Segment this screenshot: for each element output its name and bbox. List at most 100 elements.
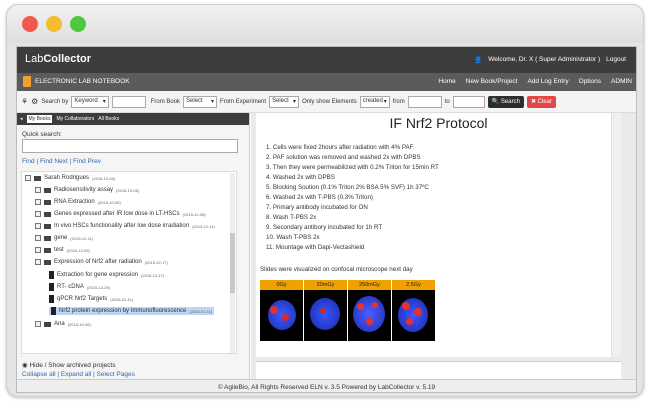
app-header: LabCollector 👤 Welcome, Dr. X ( Super Ad… — [17, 47, 636, 73]
tree-node[interactable]: test (2015-12-09) — [35, 247, 90, 253]
tree-node[interactable]: In vivo HSCs functionality after low dos… — [35, 223, 215, 229]
tree-node[interactable]: Sarah Rodrigues (2015-10-06) — [25, 175, 115, 181]
quick-search-input[interactable] — [22, 139, 238, 153]
search-by-select[interactable]: Keyword — [71, 95, 109, 108]
tree-date: (2015-12-17) — [144, 259, 168, 265]
tree-label: gene — [54, 235, 68, 241]
collapse-left-icon[interactable]: ◂ — [20, 116, 23, 122]
tree-node[interactable]: Extraction for gene expression (2015-12-1… — [49, 271, 164, 279]
book-select[interactable]: Select — [183, 95, 218, 108]
folder-icon — [44, 211, 51, 217]
nav-admin[interactable]: ADMIN — [611, 78, 632, 85]
expand-icon[interactable] — [35, 223, 41, 229]
logo-part-a: Lab — [25, 53, 44, 65]
tree-node[interactable]: Ana (2015-10-06) — [35, 321, 91, 327]
step-item: 4. Washed 2x with DPBS — [266, 174, 335, 181]
tree-label: Ana — [54, 321, 65, 327]
folder-open-icon — [44, 259, 51, 265]
step-item: 6. Washed 2x with T-PBS (0.3% Triton) — [266, 194, 373, 201]
step-item: 9. Secondary antibory incubated for 1h R… — [266, 224, 383, 231]
tree-node[interactable]: qPCR Nrf2 Targets (2016-01-11) — [49, 295, 133, 303]
step-item: 3. Then they were permeabilized with 0.2… — [266, 164, 439, 171]
file-icon — [49, 295, 54, 303]
file-icon — [49, 283, 54, 291]
tree-label: Nrf2 protein expression by Immunofluores… — [59, 308, 187, 314]
tree-node-selected[interactable]: Nrf2 protein expression by Immunofluores… — [49, 307, 215, 315]
microscopy-images: 0Gy 20mGy 250mGy 2.5Gy — [260, 280, 435, 342]
tree-node[interactable]: Radiosensitivity assay (2015-10-06) — [35, 187, 139, 193]
tree-scrollbar[interactable] — [230, 173, 235, 353]
search-button[interactable]: 🔍 Search — [487, 95, 524, 108]
expand-icon[interactable] — [35, 247, 41, 253]
cell-image — [304, 290, 347, 341]
sitemap-icon[interactable]: ⚙ — [31, 97, 38, 106]
expand-icon[interactable] — [35, 235, 41, 241]
nav-home[interactable]: Home — [438, 78, 455, 85]
tree-date: (2015-12-29) — [86, 284, 111, 290]
logout-link[interactable]: Logout — [606, 56, 626, 64]
folder-icon — [44, 199, 51, 205]
radio-icon[interactable]: ◉ — [22, 362, 28, 369]
tree-label: In vivo HSCs functionality after low dos… — [54, 223, 190, 229]
tree-date: (2015-12-11) — [70, 235, 94, 241]
collapse-links[interactable]: Collapse all | Expand all | Select Pages — [22, 371, 135, 378]
folder-icon — [34, 175, 41, 181]
date-from-input[interactable] — [407, 95, 442, 108]
image-label: 250mGy — [348, 280, 391, 290]
tree-date: (2016-01-11) — [189, 308, 213, 314]
nav-new-book[interactable]: New Book/Project — [466, 78, 518, 85]
tree-node[interactable]: Expression of Nrf2 after radiation (2015-… — [35, 259, 168, 265]
tab-my-collaborators[interactable]: My Collaborators — [56, 116, 94, 122]
find-links[interactable]: Find | Find Next | Find Prev — [22, 158, 101, 165]
clear-button[interactable]: ✖ Clear — [526, 95, 556, 108]
minimize-dot[interactable] — [46, 16, 62, 32]
search-input[interactable] — [111, 95, 146, 108]
logo-part-b: Collector — [43, 53, 92, 65]
close-dot[interactable] — [22, 16, 38, 32]
collapse-icon[interactable] — [35, 259, 41, 265]
tree-date: (2015-12-17) — [141, 272, 165, 278]
sidebar: ◂ My Books My Collaborators All Books Qu… — [17, 113, 250, 379]
tree-scroll-thumb[interactable] — [230, 233, 235, 293]
collapse-icon[interactable] — [25, 175, 31, 181]
title-bar — [7, 5, 643, 43]
footer: © AgileBio, All Rights Reserved ELN v. 3… — [17, 379, 636, 392]
step-item: 7. Primary antibody incubated for ON — [266, 204, 368, 211]
tree-node[interactable]: RNA Extraction (2015-10-06) — [35, 199, 121, 205]
expand-icon[interactable] — [35, 187, 41, 193]
labcollector-logo[interactable]: LabCollector — [25, 53, 91, 65]
tab-all-books[interactable]: All Books — [98, 116, 119, 122]
step-item: 11. Mountage with Dapi-Vectashield — [266, 244, 365, 251]
nav-options[interactable]: Options — [579, 78, 601, 85]
tree-node[interactable]: gene (2015-12-11) — [35, 235, 93, 241]
tree-label: Sarah Rodrigues — [44, 175, 90, 181]
tree-label: Extraction for gene expression — [57, 272, 139, 278]
expand-icon[interactable] — [35, 211, 41, 217]
maximize-dot[interactable] — [70, 16, 86, 32]
page-title: IF Nrf2 Protocol — [389, 115, 488, 131]
experiment-select[interactable]: Select — [269, 95, 300, 108]
image-panel: 0Gy — [260, 280, 303, 342]
created-select[interactable]: created — [359, 95, 390, 108]
to-label: to — [444, 98, 450, 105]
tree-date: (2015-12-11) — [192, 223, 215, 229]
browser-frame: LabCollector 👤 Welcome, Dr. X ( Super Ad… — [6, 4, 644, 397]
folder-icon — [44, 235, 51, 241]
nav-add-log[interactable]: Add Log Entry — [527, 78, 568, 85]
file-icon — [49, 271, 54, 279]
nav-menu: Home New Book/Project Add Log Entry Opti… — [438, 78, 632, 85]
expand-icon[interactable] — [35, 321, 41, 327]
expand-icon[interactable] — [35, 199, 41, 205]
step-item: 10. Wash T-PBS 2x — [266, 234, 320, 241]
archived-toggle[interactable]: ◉ Hide / Show archived projects — [22, 361, 115, 369]
step-item: 1. Cells were fixed 2hours after radiati… — [266, 144, 414, 151]
tab-my-books[interactable]: My Books — [26, 115, 53, 123]
page-scrollbar[interactable] — [611, 113, 621, 357]
tree-node[interactable]: RT- cDNA (2015-12-29) — [49, 283, 110, 291]
tree-node[interactable]: Genes expressed after IR low dose in LT-… — [35, 211, 206, 217]
folder-icon — [44, 223, 51, 229]
date-to-input[interactable] — [452, 95, 485, 108]
tree-icon[interactable]: ⚘ — [21, 97, 28, 106]
search-button-label: Search — [500, 98, 520, 105]
welcome-text: Welcome, Dr. X ( Super Administrator ) — [488, 56, 601, 63]
